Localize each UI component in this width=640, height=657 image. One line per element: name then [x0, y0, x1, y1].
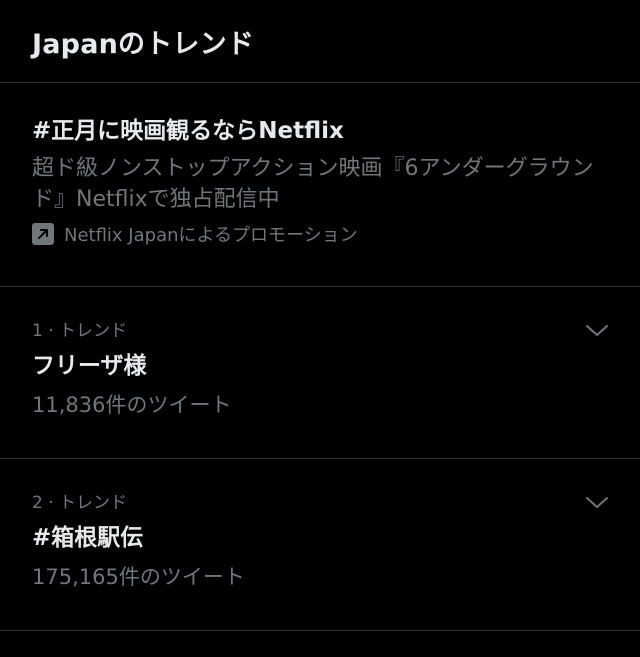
trend-meta: 1 · トレンド [32, 321, 128, 341]
promoted-arrow-icon [32, 223, 54, 245]
chevron-down-icon[interactable] [584, 493, 610, 513]
trends-page: Japanのトレンド #正月に映画観るならNetflix 超ド級ノンストップアク… [0, 0, 640, 657]
trend-name: フリーザ様 [32, 353, 147, 379]
trend-meta: 2 · トレンド [32, 493, 128, 513]
trend-item[interactable]: 2 · トレンド #箱根駅伝 175,165件のツイート [0, 459, 640, 631]
trend-name: #箱根駅伝 [32, 525, 144, 551]
promoted-trend-description: 超ド級ノンストップアクション映画『6アンダーグラウンド』Netflixで独占配信… [32, 156, 594, 212]
trend-item[interactable]: 1 · トレンド フリーザ様 11,836件のツイート [0, 287, 640, 459]
trends-header: Japanのトレンド [0, 0, 640, 83]
promoted-trend-title: #正月に映画観るならNetflix [32, 118, 344, 144]
trend-tweet-count: 11,836件のツイート [32, 393, 232, 417]
trend-tweet-count: 175,165件のツイート [32, 565, 245, 589]
chevron-down-icon[interactable] [584, 321, 610, 341]
promoted-trend[interactable]: #正月に映画観るならNetflix 超ド級ノンストップアクション映画『6アンダー… [0, 83, 640, 287]
promoted-attribution: Netflix Japanによるプロモーション [32, 221, 608, 247]
page-title: Japanのトレンド [32, 28, 255, 60]
promoted-attribution-label: Netflix Japanによるプロモーション [64, 225, 358, 246]
